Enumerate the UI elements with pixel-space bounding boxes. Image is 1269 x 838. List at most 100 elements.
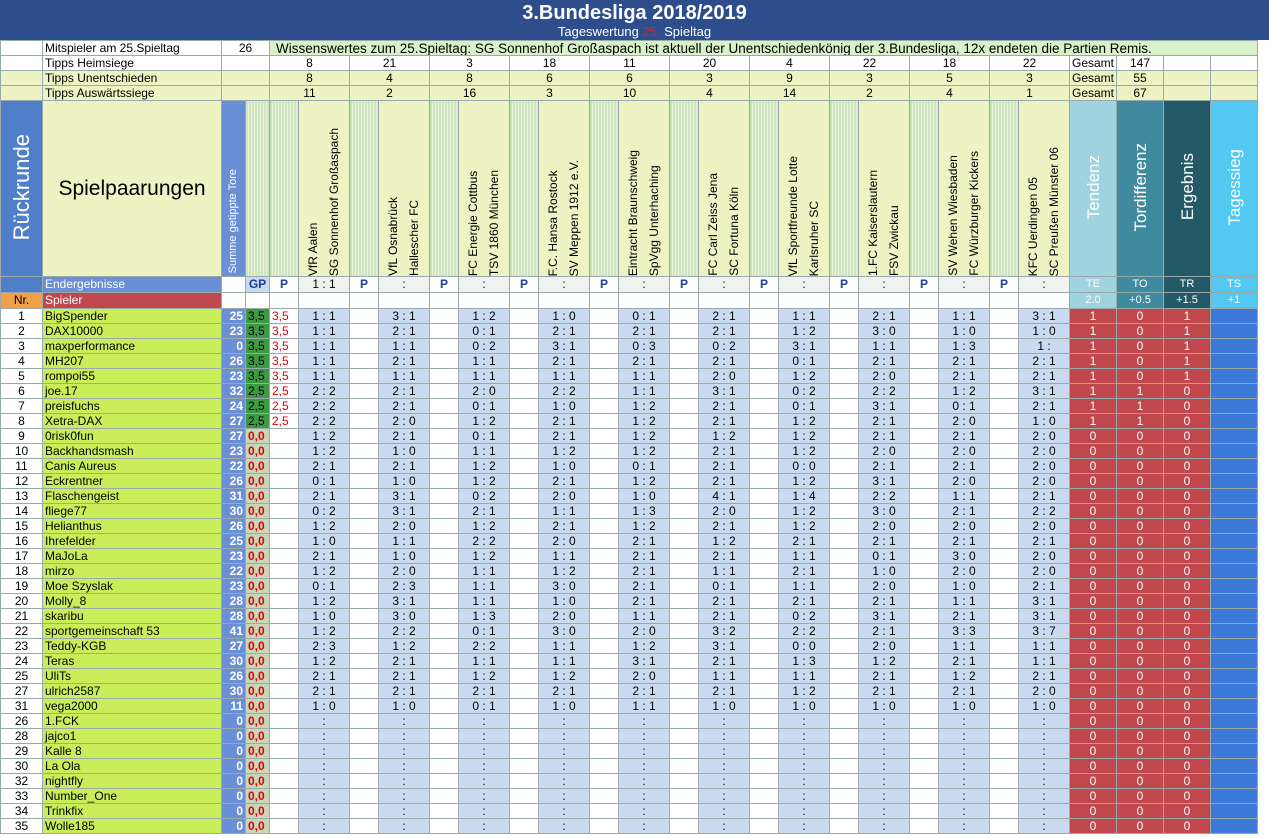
tip-score: 3 : 3 (938, 623, 990, 639)
tip-score: 2 : 1 (858, 668, 910, 684)
tip-points (749, 398, 779, 414)
tip-points (989, 668, 1019, 684)
tip-points (509, 758, 539, 774)
tip-points (509, 668, 539, 684)
player-row: 17 MaJoLa 23 0,0 2 : 1 1 : 0 1 : 2 1 : 1 2 : 1 2 … (0, 548, 1259, 564)
tip-points (909, 383, 939, 399)
tip-score: 2 : 1 (1018, 398, 1070, 414)
tip-points (589, 443, 619, 459)
match-result: 1 : 1 (298, 276, 350, 293)
to-value: 0 (1116, 443, 1165, 459)
tip-score: 2 : 1 (538, 323, 590, 339)
tip-points (509, 578, 539, 594)
tr-value: 0 (1163, 488, 1212, 504)
tip-score: 1 : 0 (938, 578, 990, 594)
tip-score: 4 : 1 (698, 488, 750, 504)
stat-value: 16 (429, 85, 510, 101)
match-result: : (858, 276, 910, 293)
tip-score: 2 : 1 (618, 563, 670, 579)
p-hatch (909, 100, 939, 277)
tip-score: : (618, 773, 670, 789)
tip-score: : (778, 758, 830, 774)
tip-score: : (698, 803, 750, 819)
player-row: 22 sportgemeinschaft 53 41 0,0 1 : 2 2 : 2 0 :… (0, 623, 1259, 639)
tip-score: : (458, 713, 510, 729)
blank-cell (0, 276, 43, 293)
tip-score: 2 : 0 (378, 518, 430, 534)
tip-points (349, 383, 379, 399)
tip-score: 1 : 2 (298, 653, 350, 669)
tip-score: 2 : 1 (1018, 578, 1070, 594)
tip-score: 2 : 1 (1018, 353, 1070, 369)
player-name: La Ola (42, 758, 222, 774)
player-row: 19 Moe Szyslak 23 0,0 0 : 1 2 : 3 1 : 1 3 : 0 2 … (0, 578, 1259, 594)
tip-score: 1 : 1 (778, 578, 830, 594)
tip-points (669, 743, 699, 759)
p-hatch (429, 100, 459, 277)
blank-cell (298, 292, 350, 309)
tip-score: 2 : 1 (458, 503, 510, 519)
tip-score: : (458, 728, 510, 744)
tip-points (509, 563, 539, 579)
blank-cell (0, 70, 43, 86)
tip-points (669, 758, 699, 774)
tip-points (349, 608, 379, 624)
ts-value (1210, 428, 1259, 444)
player-nr: 6 (0, 383, 43, 399)
player-goal-sum: 22 (221, 563, 246, 579)
tip-score: 2 : 0 (938, 518, 990, 534)
tip-points (989, 383, 1019, 399)
tip-points (509, 623, 539, 639)
player-goal-sum: 26 (221, 668, 246, 684)
te-value: 0 (1068, 653, 1118, 669)
tip-score: 1 : 2 (778, 413, 830, 429)
to-value: 0 (1116, 323, 1165, 339)
tip-score: 1 : 2 (618, 443, 670, 459)
blank-cell (245, 292, 270, 309)
tip-points (749, 548, 779, 564)
tipp-table: Mitspieler am 25.Spieltag 26 Wissenswertes… (0, 40, 1259, 834)
player-nr: 7 (0, 398, 43, 414)
stat-value: 9 (749, 70, 830, 86)
to-value: 0 (1116, 548, 1165, 564)
to-value: 0 (1116, 368, 1165, 384)
tip-score: 3 : 1 (378, 593, 430, 609)
blank-cell (1163, 55, 1212, 71)
info-banner: Wissenswertes zum 25.Spieltag: SG Sonnen… (268, 40, 1259, 56)
tip-points (429, 728, 459, 744)
te-value: 0 (1068, 758, 1118, 774)
tip-points (989, 398, 1019, 414)
tip-score: : (778, 713, 830, 729)
tip-score: 1 : 0 (298, 698, 350, 714)
tip-points (429, 713, 459, 729)
tip-score: 1 : 2 (938, 383, 990, 399)
tr-value: 0 (1163, 578, 1212, 594)
blank-cell (269, 292, 299, 309)
tip-score: : (458, 788, 510, 804)
blank-cell (349, 292, 379, 309)
to-value: 0 (1116, 743, 1165, 759)
tip-points (989, 473, 1019, 489)
blank-cell (829, 292, 859, 309)
tr-value: 1 (1163, 353, 1212, 369)
to-value: 0 (1116, 758, 1165, 774)
tip-points (509, 383, 539, 399)
tip-points (349, 413, 379, 429)
ts-value (1210, 338, 1259, 354)
ts-value (1210, 698, 1259, 714)
player-goal-sum: 0 (221, 743, 246, 759)
tip-points (669, 683, 699, 699)
scoring-points: +1.5 (1163, 292, 1212, 309)
to-value: 0 (1116, 803, 1165, 819)
stat-value: 10 (589, 85, 670, 101)
tip-points (509, 533, 539, 549)
tip-points (989, 443, 1019, 459)
tip-score: 1 : 1 (618, 698, 670, 714)
tip-points (909, 503, 939, 519)
tip-score: : (378, 728, 430, 744)
tip-points (429, 593, 459, 609)
tip-score: 1 : 2 (298, 443, 350, 459)
te-value: 1 (1068, 383, 1118, 399)
tip-score: 3 : 1 (698, 383, 750, 399)
tip-score: 0 : 1 (298, 473, 350, 489)
